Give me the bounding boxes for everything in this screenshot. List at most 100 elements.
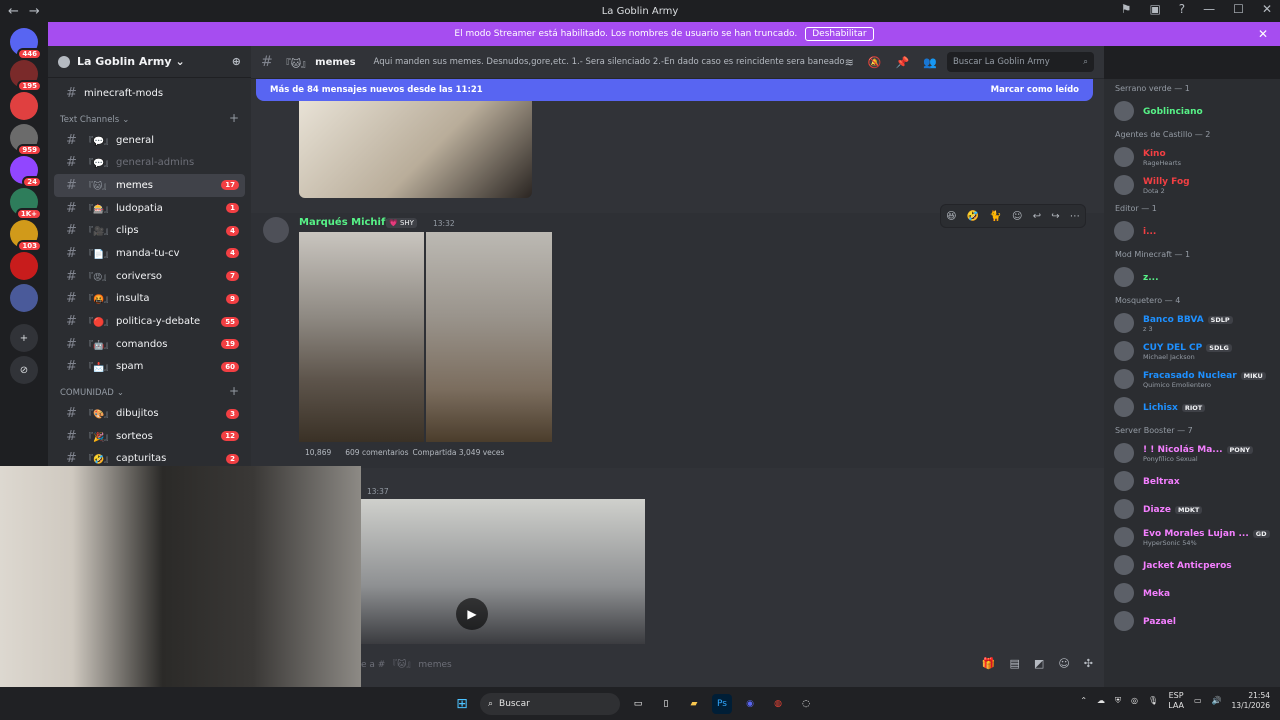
member-item[interactable]: Goblinciano [1104, 97, 1280, 125]
disable-streamer-button[interactable]: Deshabilitar [805, 27, 874, 41]
message-composer[interactable]: e a # 『🐱』 memes 🎁 ▤ ◩ ☺ ✣ [361, 651, 1093, 675]
member-list-icon[interactable]: 👥 [923, 56, 937, 69]
channel-clips[interactable]: # 『🎥』 clips 4 [54, 219, 245, 242]
guild-header[interactable]: La Goblin Army ⌄ ⊕ [48, 46, 251, 78]
inbox-icon[interactable]: ▣ [1149, 2, 1160, 16]
close-icon[interactable]: ✕ [1258, 27, 1268, 41]
file-explorer-icon[interactable]: ▰ [684, 694, 704, 714]
shield-icon[interactable]: ⛨ [1115, 696, 1121, 706]
add-member-icon[interactable]: ⊕ [232, 55, 241, 68]
task-view-icon[interactable]: ▭ [628, 694, 648, 714]
channel-topic[interactable]: Aqui manden sus memes. Desnudos,gore,etc… [374, 57, 845, 67]
more-icon[interactable]: ⋯ [1070, 211, 1080, 222]
add-server-icon[interactable]: + [10, 324, 38, 352]
member-item[interactable]: Jacket Anticperos [1104, 551, 1280, 579]
channel-general[interactable]: # 『💬』 general [54, 129, 245, 152]
chrome-icon[interactable]: ◍ [768, 694, 788, 714]
member-item[interactable]: Evo Morales Lujan ... GD HyperSonic 54% [1104, 523, 1280, 551]
message-author[interactable]: Marqués Michifus [299, 217, 398, 228]
category-comunidad[interactable]: COMUNIDAD ⌄ + [48, 378, 251, 402]
attachment-image[interactable] [426, 232, 552, 442]
channel-comandos[interactable]: # 『🤖』 comandos 19 [54, 333, 245, 356]
previous-message-image[interactable] [299, 101, 532, 198]
server-icon[interactable] [10, 92, 38, 120]
clock[interactable]: 21:54 13/1/2026 [1232, 691, 1270, 710]
server-icon[interactable] [10, 284, 38, 312]
chevron-up-icon[interactable]: ⌃ [1080, 696, 1087, 705]
member-item[interactable]: Willy Fog Dota 2 [1104, 171, 1280, 199]
steam-icon[interactable]: ◎ [1131, 696, 1138, 705]
category-text-channels[interactable]: Text Channels ⌄ + [48, 105, 251, 129]
mic-icon[interactable]: 🎙 [1148, 696, 1158, 705]
maximize-button[interactable]: ☐ [1233, 2, 1244, 16]
add-channel-icon[interactable]: + [229, 384, 239, 398]
taskbar-search[interactable]: ⌕ Buscar [480, 693, 620, 715]
member-item[interactable]: Fracasado Nuclear MIKU Quimico Emolientero [1104, 365, 1280, 393]
pin-icon[interactable]: 📌 [896, 56, 910, 69]
channel-manda-tu-cv[interactable]: # 『📄』 manda-tu-cv 4 [54, 242, 245, 265]
apps-icon[interactable]: ✣ [1084, 657, 1093, 670]
member-item[interactable]: CUY DEL CP SDLG Michael Jackson [1104, 337, 1280, 365]
forward-arrow-icon[interactable]: → [29, 4, 40, 19]
threads-icon[interactable]: ≋ [845, 56, 854, 69]
member-item[interactable]: Beltrax [1104, 467, 1280, 495]
photoshop-icon[interactable]: Ps [712, 694, 732, 714]
channel-sorteos[interactable]: # 『🎉』 sorteos 12 [54, 425, 245, 448]
sticker-icon[interactable]: ◩ [1034, 657, 1044, 670]
close-button[interactable]: ✕ [1262, 2, 1272, 16]
member-item[interactable]: Kino RageHearts [1104, 143, 1280, 171]
add-reaction-icon[interactable]: ☺ [1012, 211, 1022, 222]
attachment-image[interactable] [299, 232, 424, 442]
reaction-icon[interactable]: 🤣 [967, 211, 979, 222]
member-item[interactable]: Pazael [1104, 607, 1280, 635]
channel-coriverso[interactable]: # 『😡』 coriverso 7 [54, 265, 245, 288]
add-channel-icon[interactable]: + [229, 111, 239, 125]
channel-spam[interactable]: # 『📩』 spam 60 [54, 356, 245, 379]
search-input[interactable]: Buscar La Goblin Army ⌕ [946, 52, 1094, 72]
reaction-icon[interactable]: 🐈 [989, 211, 1001, 222]
avatar[interactable] [263, 217, 289, 243]
discord-icon[interactable]: 446 [10, 28, 42, 60]
windows-start-icon[interactable]: ⊞ [452, 694, 472, 714]
app-icon[interactable]: ▯ [656, 694, 676, 714]
member-item[interactable]: z... [1104, 263, 1280, 291]
server-icon[interactable]: 195 [10, 60, 42, 92]
channel-dibujitos[interactable]: # 『🎨』 dibujitos 3 [54, 402, 245, 425]
emoji-icon[interactable]: ☺ [1058, 657, 1069, 670]
channel-memes[interactable]: # 『🐱』 memes 17 [54, 174, 245, 197]
app-icon[interactable]: ◌ [796, 694, 816, 714]
server-icon[interactable]: 1K+ [10, 188, 42, 220]
member-item[interactable]: i... [1104, 217, 1280, 245]
channel-politica-y-debate[interactable]: # 『🔴』 politica-y-debate 55 [54, 310, 245, 333]
gift-icon[interactable]: 🎁 [982, 657, 996, 670]
reaction-icon[interactable]: 😆 [946, 211, 956, 222]
discover-icon[interactable]: ⊘ [10, 356, 38, 384]
gif-icon[interactable]: ▤ [1010, 657, 1020, 670]
forward-icon[interactable]: ↪ [1051, 211, 1059, 222]
reply-icon[interactable]: ↩ [1033, 211, 1041, 222]
twitch-icon[interactable]: 24 [10, 156, 42, 188]
channel-general-admins[interactable]: # 『💬』 general-admins [54, 151, 245, 174]
network-icon[interactable]: ▭ [1194, 696, 1202, 705]
mark-read-button[interactable]: Marcar como leído [991, 85, 1079, 95]
video-attachment[interactable] [361, 499, 645, 644]
member-item[interactable]: Lichisx RIOT [1104, 393, 1280, 421]
channel-minecraft-mods[interactable]: # minecraft-mods [54, 82, 245, 105]
back-arrow-icon[interactable]: ← [8, 4, 19, 19]
server-icon[interactable] [10, 252, 38, 280]
channel-insulta[interactable]: # 『🤬』 insulta 9 [54, 288, 245, 311]
member-item[interactable]: ! ! Nicolás Ma... PONY Ponyfílico Sexual [1104, 439, 1280, 467]
language-indicator[interactable]: ESP LAA [1168, 691, 1184, 710]
discord-taskbar-icon[interactable]: ◉ [740, 694, 760, 714]
cloud-icon[interactable]: ☁ [1097, 696, 1105, 705]
server-icon[interactable]: 103 [10, 220, 42, 252]
channel-ludopatia[interactable]: # 『🎰』 ludopatia 1 [54, 197, 245, 220]
member-item[interactable]: Meka [1104, 579, 1280, 607]
member-item[interactable]: Diaze MDKT [1104, 495, 1280, 523]
server-icon[interactable]: 959 [10, 124, 42, 156]
new-messages-bar[interactable]: Más de 84 mensajes nuevos desde las 11:2… [256, 79, 1093, 101]
member-item[interactable]: Banco BBVA SDLP z 3 [1104, 309, 1280, 337]
flag-icon[interactable]: ⚑ [1121, 2, 1132, 16]
play-icon[interactable]: ▶ [456, 598, 488, 630]
minimize-button[interactable]: — [1203, 2, 1215, 16]
